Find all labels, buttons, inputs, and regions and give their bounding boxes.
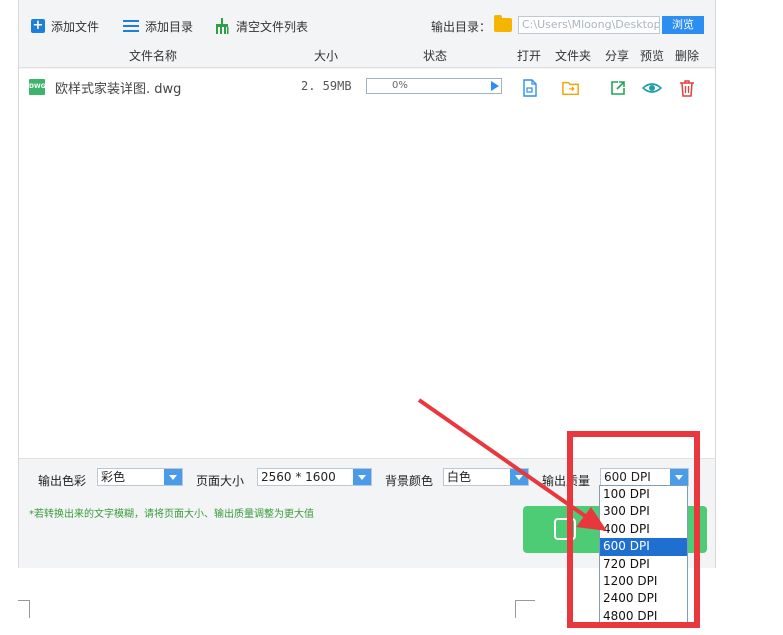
header-preview: 预览 — [640, 49, 665, 63]
play-icon[interactable] — [491, 81, 499, 91]
output-color-value: 彩色 — [101, 470, 126, 484]
file-name: 欧样式家装详图. dwg — [55, 82, 182, 97]
output-quality-value: 600 DPI — [604, 470, 651, 484]
header-share: 分享 — [605, 49, 630, 63]
header-open: 打开 — [517, 49, 542, 63]
chevron-down-icon[interactable] — [353, 469, 371, 485]
output-dir-label: 输出目录： — [431, 20, 492, 34]
header-delete: 删除 — [675, 49, 700, 63]
page-size-value: 2560 * 1600 — [261, 470, 336, 484]
folder-icon[interactable] — [494, 15, 512, 32]
open-folder-icon[interactable] — [562, 79, 580, 97]
corner-mark-right — [515, 600, 535, 618]
chevron-down-icon[interactable] — [510, 469, 528, 485]
dwg-file-icon: DWG — [29, 79, 46, 95]
clear-list-label: 清空文件列表 — [236, 19, 309, 34]
quality-option[interactable]: 400 DPI — [600, 521, 687, 538]
page-size-label: 页面大小 — [196, 474, 245, 488]
output-color-select[interactable]: 彩色 — [97, 468, 183, 486]
page-size-select[interactable]: 2560 * 1600 — [257, 468, 372, 486]
quality-option[interactable]: 4800 DPI — [600, 608, 687, 625]
add-file-button[interactable]: + 添加文件 — [31, 16, 99, 36]
progress-text: 0% — [392, 80, 408, 91]
broom-icon — [216, 18, 229, 34]
output-quality-select[interactable]: 600 DPI — [600, 468, 689, 486]
file-table-header: 文件名称 大小 状态 打开 文件夹 分享 预览 删除 — [19, 40, 715, 68]
document-icon[interactable] — [521, 79, 539, 97]
plus-icon: + — [31, 18, 45, 33]
quality-option[interactable]: 100 DPI — [600, 486, 687, 503]
output-quality-label: 输出质量 — [542, 474, 591, 488]
add-directory-button[interactable]: 添加目录 — [123, 16, 193, 36]
table-row[interactable]: DWG 欧样式家装详图. dwg 2. 59MB 0% — [19, 69, 715, 103]
share-icon[interactable] — [609, 79, 627, 97]
header-folder: 文件夹 — [555, 49, 592, 63]
hint-text: *若转换出来的文字模糊，请将页面大小、输出质量调整为更大值 — [29, 509, 314, 520]
list-icon — [123, 19, 139, 33]
header-status: 状态 — [423, 49, 448, 63]
progress-bar: 0% — [366, 78, 502, 94]
header-size: 大小 — [314, 49, 339, 63]
output-path-field[interactable]: C:\Users\Mloong\Desktop — [518, 16, 660, 34]
quality-option[interactable]: 2400 DPI — [600, 590, 687, 607]
browse-button[interactable]: 浏览 — [662, 16, 704, 34]
file-size: 2. 59MB — [301, 79, 352, 93]
quality-option[interactable]: 600 DPI — [600, 538, 687, 556]
add-directory-label: 添加目录 — [145, 19, 194, 34]
background-color-label: 背景颜色 — [385, 474, 434, 488]
background-color-select[interactable]: 白色 — [443, 468, 529, 486]
converter-window: + 添加文件 添加目录 清空文件列表 输出目录： C:\Users\Mloong… — [18, 0, 716, 568]
trash-icon[interactable] — [678, 79, 696, 97]
quality-option[interactable]: 720 DPI — [600, 556, 687, 573]
chevron-down-icon[interactable] — [670, 469, 688, 485]
corner-mark-left — [18, 600, 30, 618]
file-table-body: DWG 欧样式家装详图. dwg 2. 59MB 0% — [19, 69, 715, 458]
quality-dropdown-list: 100 DPI 300 DPI 400 DPI 600 DPI 720 DPI 1200 … — [599, 485, 688, 625]
chevron-down-icon[interactable] — [164, 469, 182, 485]
add-file-label: 添加文件 — [51, 19, 100, 34]
eye-icon[interactable] — [642, 79, 662, 97]
convert-icon — [554, 518, 576, 540]
background-color-value: 白色 — [447, 470, 472, 484]
clear-list-button[interactable]: 清空文件列表 — [214, 16, 308, 36]
output-color-label: 输出色彩 — [38, 474, 87, 488]
toolbar: + 添加文件 添加目录 清空文件列表 输出目录： C:\Users\Mloong… — [19, 12, 715, 38]
quality-option[interactable]: 300 DPI — [600, 503, 687, 520]
quality-option[interactable]: 1200 DPI — [600, 573, 687, 590]
header-name: 文件名称 — [129, 49, 178, 63]
